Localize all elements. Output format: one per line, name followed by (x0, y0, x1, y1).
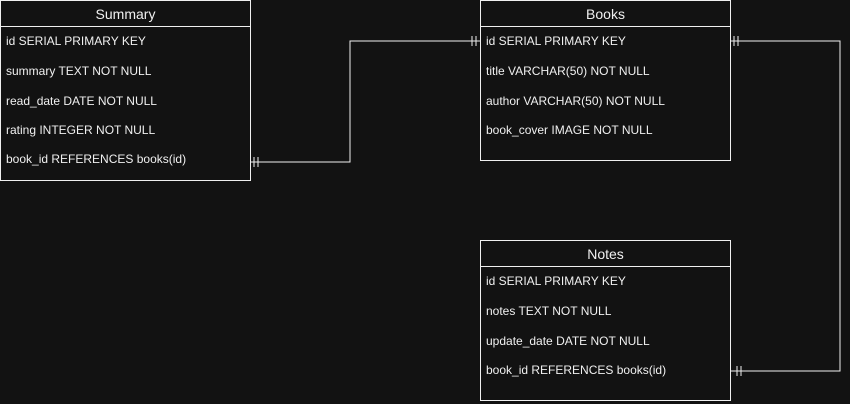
entity-books-title: Books (481, 1, 730, 27)
entity-summary[interactable]: Summary id SERIAL PRIMARY KEY summary TE… (0, 0, 251, 181)
entity-books-field-book-cover: book_cover IMAGE NOT NULL (486, 123, 653, 137)
entity-summary-field-id: id SERIAL PRIMARY KEY (6, 34, 146, 48)
entity-books-field-author: author VARCHAR(50) NOT NULL (486, 94, 665, 108)
entity-notes-field-book-id: book_id REFERENCES books(id) (486, 363, 667, 377)
entity-notes-field-notes: notes TEXT NOT NULL (486, 304, 612, 318)
relationship-notes-books[interactable] (730, 40, 841, 372)
entity-summary-field-book-id: book_id REFERENCES books(id) (6, 152, 187, 166)
entity-summary-field-rating: rating INTEGER NOT NULL (6, 123, 156, 137)
entity-summary-field-summary: summary TEXT NOT NULL (6, 64, 152, 78)
entity-notes-title: Notes (481, 241, 730, 267)
entity-summary-field-read-date: read_date DATE NOT NULL (6, 94, 157, 108)
entity-notes-field-id: id SERIAL PRIMARY KEY (486, 274, 626, 288)
er-diagram-canvas: Summary id SERIAL PRIMARY KEY summary TE… (0, 0, 850, 404)
entity-books-field-id: id SERIAL PRIMARY KEY (486, 34, 626, 48)
entity-notes[interactable]: Notes id SERIAL PRIMARY KEY notes TEXT N… (480, 240, 731, 401)
entity-notes-field-update-date: update_date DATE NOT NULL (486, 334, 650, 348)
relationship-summary-books[interactable] (250, 40, 480, 163)
entity-books-field-title: title VARCHAR(50) NOT NULL (486, 64, 650, 78)
entity-books[interactable]: Books id SERIAL PRIMARY KEY title VARCHA… (480, 0, 731, 161)
entity-summary-title: Summary (1, 1, 250, 27)
